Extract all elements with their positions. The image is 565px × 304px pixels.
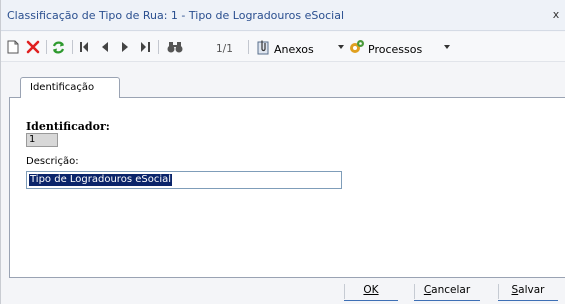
ok-button[interactable]: OK <box>344 281 398 301</box>
tab-label: Identificação <box>30 82 95 93</box>
first-record-icon[interactable] <box>77 38 91 56</box>
record-counter: 1/1 <box>216 43 233 55</box>
close-button[interactable]: x <box>550 8 562 21</box>
cancel-button[interactable]: Cancelar <box>414 281 480 301</box>
tab-identificacao[interactable]: Identificação <box>20 77 120 98</box>
find-icon[interactable] <box>165 38 185 56</box>
title-bar: Classificação de Tipo de Rua: 1 - Tipo d… <box>1 0 565 31</box>
toolbar-separator <box>46 40 47 54</box>
processos-dropdown-icon[interactable] <box>444 45 450 49</box>
attachment-icon[interactable] <box>255 38 271 56</box>
save-button[interactable]: Salvar <box>498 281 558 301</box>
delete-icon[interactable] <box>23 38 43 56</box>
process-icon[interactable] <box>348 38 366 56</box>
new-document-icon[interactable] <box>5 38 21 56</box>
refresh-icon[interactable] <box>49 38 67 56</box>
descricao-label: Descrição: <box>26 156 79 167</box>
toolbar-separator <box>72 40 73 54</box>
anexos-button[interactable]: Anexos <box>274 43 314 56</box>
cancel-button-label: Cancelar <box>423 284 471 296</box>
previous-record-icon[interactable] <box>99 38 111 56</box>
dialog-window: Classificação de Tipo de Rua: 1 - Tipo d… <box>0 0 565 304</box>
toolbar-separator <box>158 40 159 54</box>
next-record-icon[interactable] <box>119 38 131 56</box>
identificador-label: Identificador: <box>26 120 110 133</box>
save-button-label: Salvar <box>511 284 545 296</box>
anexos-dropdown-icon[interactable] <box>338 45 344 49</box>
toolbar-separator <box>248 40 249 54</box>
last-record-icon[interactable] <box>138 38 152 56</box>
descricao-input[interactable]: Tipo de Logradouros eSocial <box>26 171 342 189</box>
toolbar: 1/1 Anexos Processos <box>1 32 565 62</box>
button-bar: OK Cancelar Salvar <box>1 278 565 304</box>
descricao-value: Tipo de Logradouros eSocial <box>29 174 173 186</box>
processos-button[interactable]: Processos <box>368 43 422 56</box>
ok-button-label: OK <box>363 284 379 296</box>
identificador-field: 1 <box>26 133 58 147</box>
window-title: Classificação de Tipo de Rua: 1 - Tipo d… <box>7 9 344 22</box>
